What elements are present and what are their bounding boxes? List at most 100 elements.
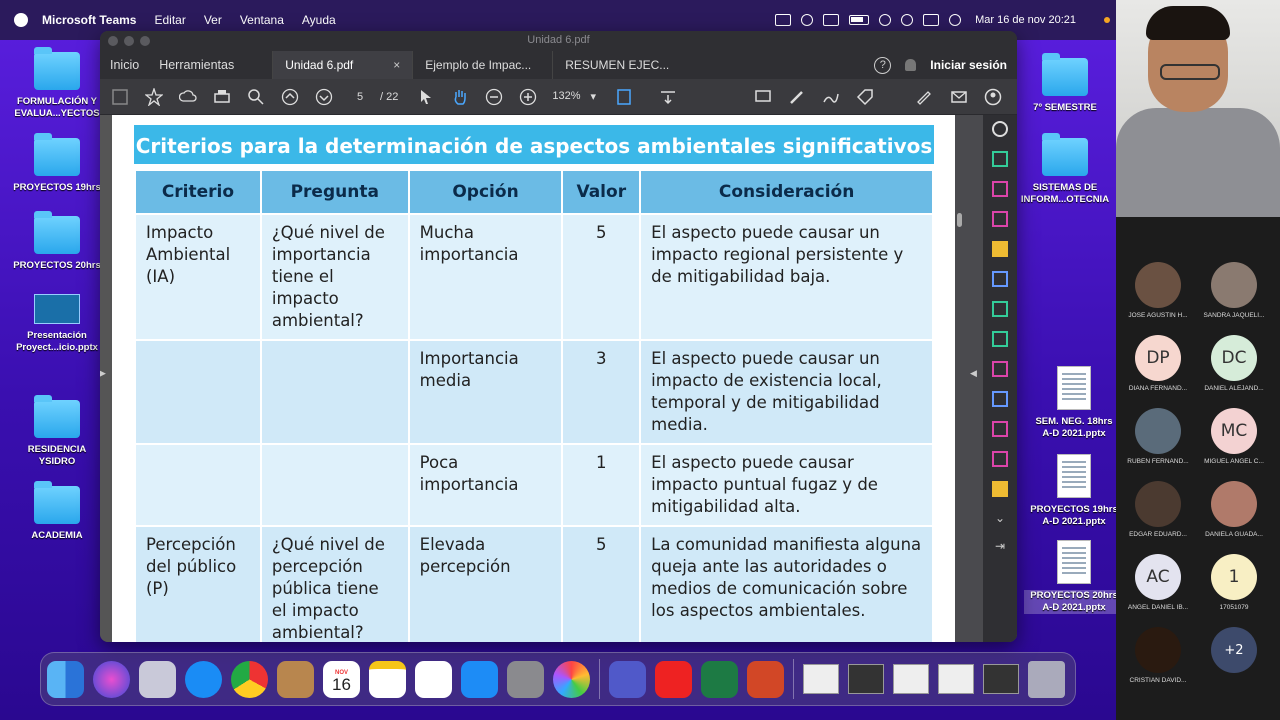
left-panel-toggle-icon[interactable]: ▶ (100, 368, 107, 388)
hand-tool-icon[interactable] (450, 87, 470, 107)
desktop-file-sem-neg[interactable]: SEM. NEG. 18hrs A-D 2021.pptx (1024, 366, 1124, 440)
upload-cloud-icon[interactable] (178, 87, 198, 107)
fill-sign-icon[interactable] (992, 361, 1008, 377)
menu-editar[interactable]: Editar (154, 13, 185, 27)
vertical-scrollbar[interactable]: ◀ (955, 115, 983, 642)
export-pdf-icon[interactable] (992, 151, 1008, 167)
search-icon[interactable] (901, 14, 914, 26)
collapse-panel-icon[interactable]: ⇥ (995, 539, 1005, 553)
safari-icon[interactable] (185, 660, 222, 698)
organize-pages-icon[interactable] (992, 181, 1008, 197)
menu-ayuda[interactable]: Ayuda (302, 13, 336, 27)
minimized-window-thumbnail[interactable] (938, 664, 974, 694)
protect-shield-icon[interactable] (992, 391, 1008, 407)
desktop-file-proyectos-19-pptx[interactable]: PROYECTOS 19hrs A-D 2021.pptx (1024, 454, 1124, 528)
control-center-icon[interactable] (923, 14, 940, 26)
minimized-window-thumbnail[interactable] (803, 664, 839, 694)
draw-icon[interactable] (821, 87, 841, 107)
calendar-icon[interactable]: NOV 16 (323, 660, 360, 698)
scan-icon[interactable] (992, 331, 1008, 347)
notes-icon[interactable] (369, 660, 406, 698)
participant-tile[interactable]: CRISTIAN DAVID... (1118, 627, 1198, 684)
menu-ver[interactable]: Ver (204, 13, 222, 27)
zoom-search-icon[interactable] (992, 121, 1008, 137)
right-panel-toggle-icon[interactable]: ◀ (970, 368, 977, 379)
desktop-file-presentacion[interactable]: Presentación Proyect...icio.pptx (7, 294, 107, 354)
sign-in-button[interactable]: Iniciar sesión (930, 58, 1007, 72)
participant-tile[interactable]: DANIELA GUADA... (1194, 481, 1274, 538)
antenna-icon[interactable] (801, 14, 814, 26)
mail-icon[interactable] (949, 87, 969, 107)
teams-icon[interactable] (609, 660, 646, 698)
desktop-file-proyectos-20-pptx[interactable]: PROYECTOS 20hrs A-D 2021.pptx (1024, 540, 1124, 614)
close-tab-icon[interactable]: × (393, 51, 400, 79)
notification-bell-icon[interactable] (905, 59, 917, 71)
tab-ejemplo-impacto[interactable]: Ejemplo de Impac... (412, 51, 552, 79)
menu-app-name[interactable]: Microsoft Teams (42, 13, 136, 27)
contacts-icon[interactable] (277, 660, 314, 698)
nav-inicio[interactable]: Inicio (100, 58, 149, 72)
select-cursor-icon[interactable] (416, 87, 436, 107)
chevron-down-icon[interactable]: ⌄ (995, 511, 1005, 525)
share-user-icon[interactable] (983, 87, 1003, 107)
bookmark-star-icon[interactable] (144, 87, 164, 107)
more-tools-icon[interactable] (992, 421, 1008, 437)
minimized-window-thumbnail[interactable] (893, 664, 929, 694)
page-display-icon[interactable] (614, 87, 634, 107)
tab-unidad-6[interactable]: Unidad 6.pdf × (272, 51, 413, 79)
tab-resumen[interactable]: RESUMEN EJEC... (552, 51, 692, 79)
nav-herramientas[interactable]: Herramientas (149, 58, 244, 72)
request-signature-icon[interactable] (992, 451, 1008, 467)
create-pdf-icon[interactable] (992, 211, 1008, 227)
participant-tile[interactable]: RUBEN FERNAND... (1118, 408, 1198, 465)
desktop-folder-academia[interactable]: ACADEMIA (7, 481, 107, 542)
desktop-folder-residencia[interactable]: RESIDENCIA YSIDRO (7, 395, 107, 468)
comment-tool-icon[interactable] (992, 241, 1008, 257)
participant-tile[interactable]: DC DANIEL ALEJAND... (1194, 335, 1274, 392)
app-store-icon[interactable] (461, 660, 498, 698)
page-number-input[interactable]: 5 (348, 91, 372, 103)
zoom-in-icon[interactable] (518, 87, 538, 107)
minimized-window-thumbnail[interactable] (848, 664, 884, 694)
highlight-pen-icon[interactable] (787, 87, 807, 107)
print-icon[interactable] (212, 87, 232, 107)
tag-icon[interactable] (855, 87, 875, 107)
previous-page-icon[interactable] (280, 87, 300, 107)
save-icon[interactable] (110, 87, 130, 107)
wifi-icon[interactable] (879, 14, 892, 26)
sign-icon[interactable] (915, 87, 935, 107)
menubar-clock[interactable]: Mar 16 de nov 20:21 (975, 14, 1076, 26)
desktop-folder-proyectos-19[interactable]: PROYECTOS 19hrs (7, 133, 107, 194)
help-icon[interactable]: ? (874, 56, 892, 74)
edit-pdf-icon[interactable] (992, 301, 1008, 317)
menu-ventana[interactable]: Ventana (240, 13, 284, 27)
zoom-search-icon[interactable] (246, 87, 266, 107)
zoom-out-icon[interactable] (484, 87, 504, 107)
scrollbar-thumb[interactable] (957, 213, 962, 227)
desktop-folder-7-semestre[interactable]: 7º SEMESTRE (1015, 53, 1115, 114)
combine-files-icon[interactable] (992, 271, 1008, 287)
participant-tile[interactable]: SANDRA JAQUELI... (1194, 262, 1274, 319)
minimized-window-thumbnail[interactable] (983, 664, 1019, 694)
trash-icon[interactable] (1028, 660, 1065, 698)
participant-tile[interactable]: 1 17051079 (1194, 554, 1274, 611)
scroll-mode-icon[interactable] (658, 87, 678, 107)
excel-icon[interactable] (701, 660, 738, 698)
photos-icon[interactable] (553, 660, 590, 698)
export-yellow-icon[interactable] (992, 481, 1008, 497)
stack-icon[interactable] (775, 14, 792, 26)
participant-tile[interactable]: MC MIGUEL ANGEL C... (1194, 408, 1274, 465)
system-preferences-icon[interactable] (507, 660, 544, 698)
participant-tile[interactable]: EDGAR EDUARD... (1118, 481, 1198, 538)
siri-icon[interactable] (93, 660, 130, 698)
reminders-icon[interactable] (415, 660, 452, 698)
zoom-level-select[interactable]: 132% ▾ (552, 90, 596, 103)
participant-tile[interactable]: AC ANGEL DANIEL IB... (1118, 554, 1198, 611)
finder-icon[interactable] (47, 660, 84, 698)
powerpoint-icon[interactable] (747, 660, 784, 698)
comment-icon[interactable] (753, 87, 773, 107)
chrome-icon[interactable] (231, 660, 268, 698)
launchpad-icon[interactable] (139, 660, 176, 698)
next-page-icon[interactable] (314, 87, 334, 107)
participant-tile[interactable]: DP DIANA FERNAND... (1118, 335, 1198, 392)
